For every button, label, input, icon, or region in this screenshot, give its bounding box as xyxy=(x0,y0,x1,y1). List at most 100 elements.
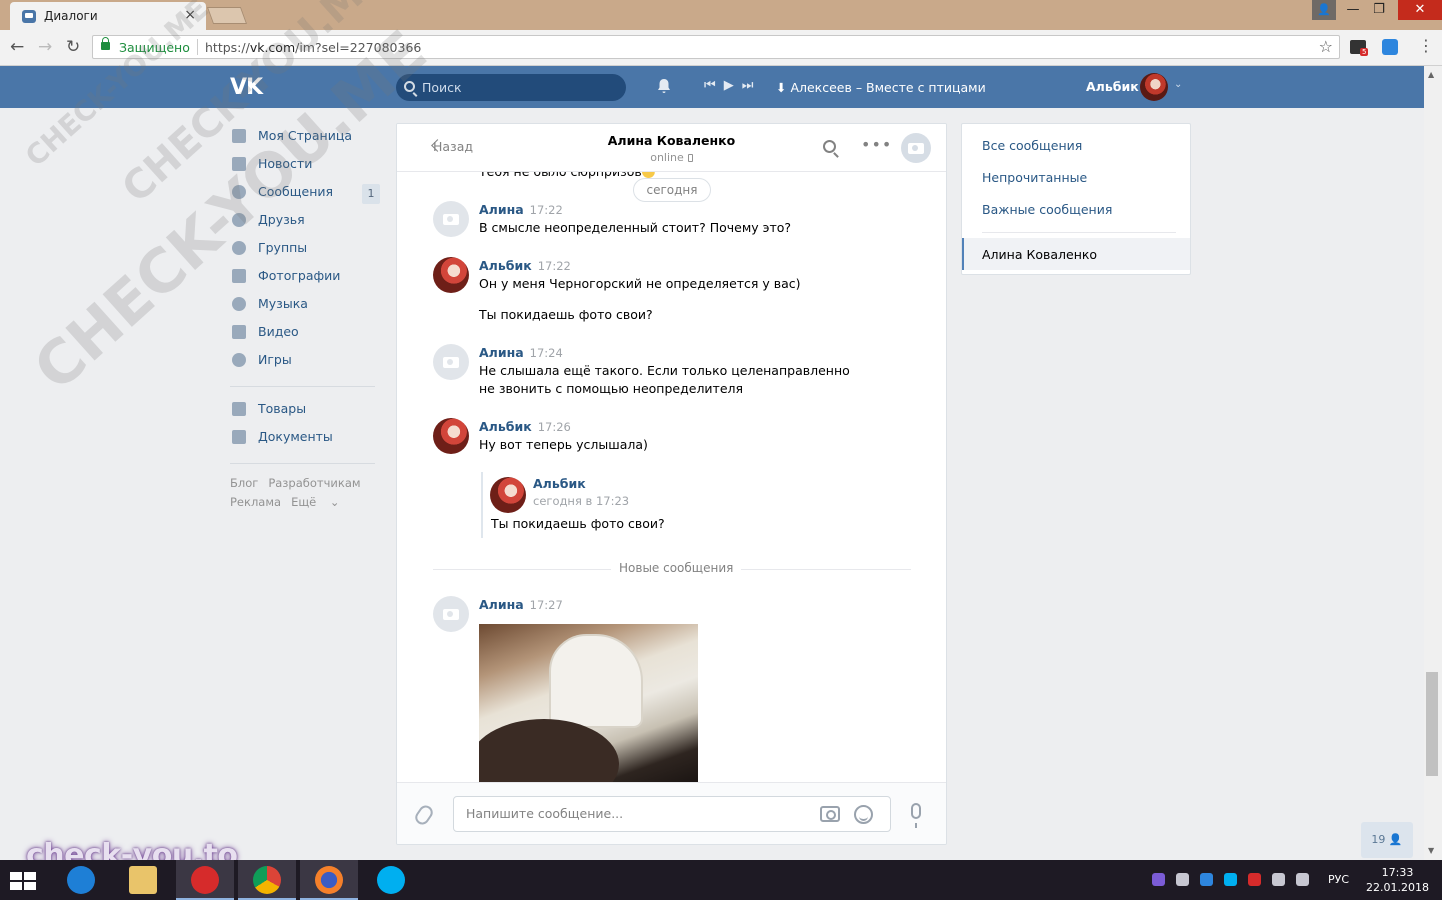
scroll-up-arrow-icon[interactable]: ▲ xyxy=(1428,70,1434,79)
forwarded-message[interactable]: Альбик сегодня в 17:23 Ты покидаешь фото… xyxy=(481,472,781,538)
message-author[interactable]: Алина 17:24 xyxy=(479,345,563,360)
avatar[interactable] xyxy=(490,477,526,513)
avatar-placeholder[interactable] xyxy=(433,201,469,237)
message-input[interactable] xyxy=(466,806,806,821)
nav-photos[interactable]: Фотографии xyxy=(230,264,380,292)
now-playing[interactable]: ⬇ Алексеев – Вместе с птицами xyxy=(776,80,986,95)
url-text[interactable]: https://vk.com/im?sel=227080366 xyxy=(205,40,421,55)
search-input[interactable] xyxy=(422,78,612,97)
message-author[interactable]: Альбик 17:26 xyxy=(479,419,571,434)
tray-icon[interactable] xyxy=(1248,873,1261,886)
nav-music[interactable]: Музыка xyxy=(230,292,380,320)
taskbar-skype[interactable] xyxy=(362,860,420,900)
message-author[interactable]: Алина 17:27 xyxy=(479,597,563,612)
message-text: В смысле неопределенный стоит? Почему эт… xyxy=(479,220,792,235)
taskbar-ie[interactable] xyxy=(52,860,110,900)
nav-friends[interactable]: Друзья xyxy=(230,208,380,236)
viber-tray-icon[interactable] xyxy=(1152,873,1165,886)
skype-icon xyxy=(377,866,405,894)
taskbar-chrome[interactable] xyxy=(238,860,296,900)
emoji-smile-icon[interactable] xyxy=(854,805,873,824)
chevron-down-icon[interactable]: ⌄ xyxy=(1174,79,1182,90)
author-name: Альбик xyxy=(479,419,532,434)
search-messages-icon[interactable] xyxy=(823,140,836,153)
back-arrow-icon[interactable]: ← xyxy=(10,37,24,57)
taskbar-firefox[interactable] xyxy=(300,860,358,900)
avatar-placeholder[interactable] xyxy=(433,596,469,632)
more-actions-icon[interactable]: ••• xyxy=(861,135,892,154)
keyboard-language[interactable]: РУС xyxy=(1328,873,1349,886)
message-input-box[interactable] xyxy=(453,796,891,832)
chat-photo-button[interactable] xyxy=(901,133,931,163)
chat-panel: Назад Алина Коваленко online ••• Тебя не… xyxy=(396,123,947,845)
nav-my-page[interactable]: Моя Страница xyxy=(230,124,380,152)
nav-documents[interactable]: Документы xyxy=(230,425,380,453)
avatar-placeholder[interactable] xyxy=(433,344,469,380)
network-icon[interactable] xyxy=(1272,873,1285,886)
tray-icon[interactable] xyxy=(1176,873,1189,886)
filter-important[interactable]: Важные сообщения xyxy=(982,202,1112,217)
browser-tab-dialogs[interactable]: Диалоги × xyxy=(10,2,206,30)
taskbar-explorer[interactable] xyxy=(114,860,172,900)
nav-label: Моя Страница xyxy=(258,128,352,143)
footer-more-link[interactable]: Ещё ⌄ xyxy=(291,495,339,509)
tab-close-icon[interactable]: × xyxy=(184,7,196,23)
message-author[interactable]: Алина 17:22 xyxy=(479,202,563,217)
message-time: 17:26 xyxy=(537,420,571,434)
message-time: 17:22 xyxy=(529,203,563,217)
author-name: Альбик xyxy=(479,258,532,273)
chrome-user-icon[interactable]: 👤 xyxy=(1312,0,1336,20)
notifications-bell-icon[interactable] xyxy=(656,78,672,94)
attach-photo-camera-icon[interactable] xyxy=(820,806,840,822)
active-dialog-item[interactable]: Алина Коваленко xyxy=(962,238,1190,270)
windows-start-icon[interactable] xyxy=(10,872,36,890)
forwarded-author[interactable]: Альбик xyxy=(533,476,586,491)
forwarded-date: сегодня в 17:23 xyxy=(533,494,630,508)
next-track-icon[interactable]: ⏭ xyxy=(742,78,754,93)
bookmark-star-icon[interactable]: ☆ xyxy=(1319,37,1333,56)
camera-icon xyxy=(908,143,924,154)
restore-button[interactable]: ❐ xyxy=(1364,0,1394,20)
scroll-down-arrow-icon[interactable]: ▼ xyxy=(1428,846,1434,855)
new-tab-button[interactable] xyxy=(206,7,248,24)
filter-all-messages[interactable]: Все сообщения xyxy=(982,138,1082,153)
shield-extension-icon[interactable] xyxy=(1382,39,1398,55)
page-scrollbar-thumb[interactable] xyxy=(1426,672,1438,776)
attach-paperclip-icon[interactable] xyxy=(412,802,436,828)
tray-icon[interactable] xyxy=(1200,873,1213,886)
vk-logo[interactable]: VK xyxy=(230,75,263,100)
close-window-button[interactable]: ✕ xyxy=(1398,0,1442,20)
nav-games[interactable]: Игры xyxy=(230,348,380,376)
nav-groups[interactable]: Группы xyxy=(230,236,380,264)
forward-arrow-icon[interactable]: → xyxy=(38,37,52,57)
filter-unread[interactable]: Непрочитанные xyxy=(982,170,1087,185)
footer-ads-link[interactable]: Реклама xyxy=(230,495,281,509)
reload-icon[interactable]: ↻ xyxy=(66,37,80,57)
header-avatar[interactable] xyxy=(1140,73,1168,101)
nav-news[interactable]: Новости xyxy=(230,152,380,180)
system-clock[interactable]: 17:33 22.01.2018 xyxy=(1366,865,1429,895)
nav-video[interactable]: Видео xyxy=(230,320,380,348)
search-box[interactable] xyxy=(396,74,626,101)
avatar[interactable] xyxy=(433,257,469,293)
message-author[interactable]: Альбик 17:22 xyxy=(479,258,571,273)
nav-goods[interactable]: Товары xyxy=(230,397,380,425)
microphone-icon[interactable] xyxy=(911,803,921,828)
extension-badge: 5 xyxy=(1360,48,1369,56)
extension-icon[interactable]: 5 xyxy=(1350,40,1369,56)
photo-attachment[interactable] xyxy=(479,624,698,784)
footer-developers-link[interactable]: Разработчикам xyxy=(268,476,360,490)
message-composer xyxy=(397,782,946,844)
footer-blog-link[interactable]: Блог xyxy=(230,476,258,490)
skype-tray-icon[interactable] xyxy=(1224,873,1237,886)
address-bar[interactable]: Защищено https://vk.com/im?sel=227080366… xyxy=(92,35,1340,59)
taskbar-opera[interactable] xyxy=(176,860,234,900)
nav-messages[interactable]: Сообщения 1 xyxy=(230,180,380,208)
play-icon[interactable]: ▶ xyxy=(724,78,734,93)
chrome-menu-icon[interactable]: ⋮ xyxy=(1418,36,1434,55)
online-friends-button[interactable]: 19 👤 xyxy=(1361,822,1413,858)
volume-icon[interactable] xyxy=(1296,873,1309,886)
previous-track-icon[interactable]: ⏮ xyxy=(704,78,716,93)
header-user-name[interactable]: Альбик xyxy=(1086,79,1139,94)
avatar[interactable] xyxy=(433,418,469,454)
